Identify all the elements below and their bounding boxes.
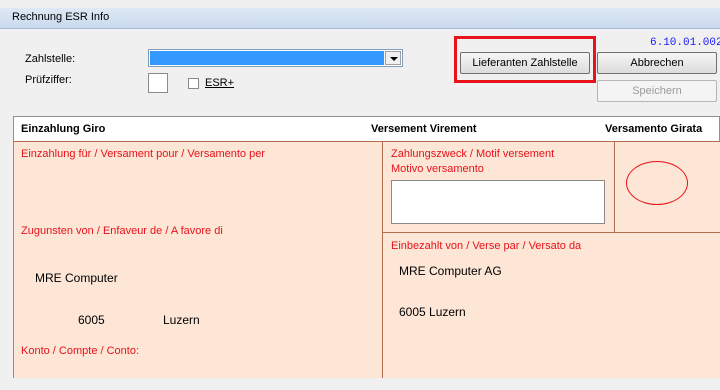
esr-checkbox[interactable] [188,78,199,89]
slip-middle-divider [382,142,383,378]
chevron-down-icon[interactable] [385,51,401,65]
version-label: 6.10.01.002 [650,37,720,49]
esr-info-window: Rechnung ESR Info Zahlstelle: Prüfziffer… [0,0,720,390]
motivo-versamento-label: Motivo versamento [391,163,484,175]
konto-label: Konto / Compte / Conto: [21,345,140,357]
header-versamento-girata: Versamento Girata [605,123,703,135]
pruefziffer-input[interactable] [148,73,168,93]
highlight-frame [454,36,596,83]
zahlstelle-label: Zahlstelle: [25,53,76,65]
recipient-name: MRE Computer [35,271,118,285]
header-einzahlung-giro: Einzahlung Giro [21,123,106,135]
einzahlung-fuer-label: Einzahlung für / Versament pour / Versam… [21,148,265,160]
zahlstelle-dropdown[interactable] [148,49,403,67]
zahlungszweck-label: Zahlungszweck / Motif versement [391,148,555,160]
speichern-button[interactable]: Speichern [597,80,717,102]
einbezahlt-label: Einbezahlt von / Verse par / Versato da [391,240,582,252]
recipient-city: Luzern [163,313,200,327]
title-bar: Rechnung ESR Info [0,8,720,29]
window-title: Rechnung ESR Info [12,11,110,23]
zahlungszweck-input[interactable] [391,180,605,224]
esr-label: ESR+ [205,77,235,89]
slip-right-horizontal-divider [382,232,720,233]
abbrechen-button[interactable]: Abbrechen [597,52,717,74]
zahlstelle-selection [150,51,384,65]
pruefziffer-label: Prüfziffer: [25,74,72,86]
stamp-circle [626,161,688,205]
payer-name: MRE Computer AG [399,264,502,278]
zugunsten-label: Zugunsten von / Enfaveur de / A favore d… [21,225,223,237]
recipient-zip: 6005 [78,313,105,327]
header-versement-virement: Versement Virement [371,123,477,135]
slip-right-divider [614,142,615,232]
payer-address: 6005 Luzern [399,305,466,319]
